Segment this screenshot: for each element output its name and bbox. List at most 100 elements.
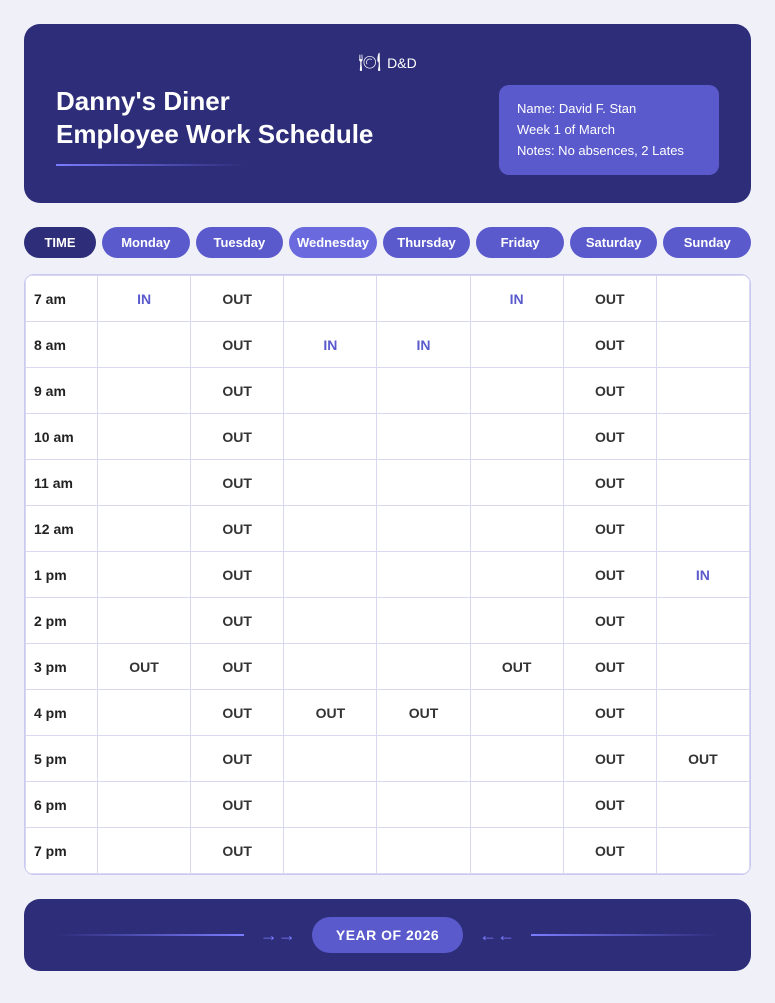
cell-wed-6pm bbox=[284, 782, 377, 828]
cell-mon-7am: IN bbox=[98, 276, 191, 322]
cell-sun-8am bbox=[656, 322, 749, 368]
cell-fri-1pm bbox=[470, 552, 563, 598]
cell-mon-12am bbox=[98, 506, 191, 552]
tuesday-header[interactable]: Tuesday bbox=[196, 227, 284, 258]
cell-wed-7am bbox=[284, 276, 377, 322]
cell-sat-3pm: OUT bbox=[563, 644, 656, 690]
cell-thu-11am bbox=[377, 460, 470, 506]
footer-line-right bbox=[531, 934, 719, 936]
cell-sat-12am: OUT bbox=[563, 506, 656, 552]
cell-sat-6pm: OUT bbox=[563, 782, 656, 828]
cell-fri-8am bbox=[470, 322, 563, 368]
cell-wed-4pm: OUT bbox=[284, 690, 377, 736]
table-row: 3 pmOUTOUTOUTOUT bbox=[26, 644, 750, 690]
cell-tue-8am: OUT bbox=[191, 322, 284, 368]
year-badge: YEAR OF 2026 bbox=[312, 917, 463, 953]
cell-thu-2pm bbox=[377, 598, 470, 644]
cell-tue-10am: OUT bbox=[191, 414, 284, 460]
cell-mon-10am bbox=[98, 414, 191, 460]
cell-fri-10am bbox=[470, 414, 563, 460]
cell-tue-11am: OUT bbox=[191, 460, 284, 506]
monday-header[interactable]: Monday bbox=[102, 227, 190, 258]
cell-mon-1pm bbox=[98, 552, 191, 598]
cell-thu-12am bbox=[377, 506, 470, 552]
cell-mon-11am bbox=[98, 460, 191, 506]
footer-line-left bbox=[56, 934, 244, 936]
cell-sat-9am: OUT bbox=[563, 368, 656, 414]
cell-thu-3pm bbox=[377, 644, 470, 690]
time-cell: 5 pm bbox=[26, 736, 98, 782]
saturday-header[interactable]: Saturday bbox=[570, 227, 658, 258]
cell-wed-9am bbox=[284, 368, 377, 414]
cell-mon-2pm bbox=[98, 598, 191, 644]
cell-fri-6pm bbox=[470, 782, 563, 828]
cell-tue-3pm: OUT bbox=[191, 644, 284, 690]
info-box: Name: David F. Stan Week 1 of March Note… bbox=[499, 85, 719, 175]
table-row: 11 amOUTOUT bbox=[26, 460, 750, 506]
cell-wed-12am bbox=[284, 506, 377, 552]
footer: → YEAR OF 2026 ← bbox=[24, 899, 751, 971]
cell-thu-7pm bbox=[377, 828, 470, 874]
header-titles: Danny's Diner Employee Work Schedule bbox=[56, 85, 373, 166]
table-row: 7 pmOUTOUT bbox=[26, 828, 750, 874]
cell-thu-8am: IN bbox=[377, 322, 470, 368]
cell-sun-7am bbox=[656, 276, 749, 322]
cell-sun-11am bbox=[656, 460, 749, 506]
schedule-table: 7 amINOUTINOUT8 amOUTININOUT9 amOUTOUT10… bbox=[25, 275, 750, 874]
cell-fri-9am bbox=[470, 368, 563, 414]
cell-wed-8am: IN bbox=[284, 322, 377, 368]
cell-thu-4pm: OUT bbox=[377, 690, 470, 736]
schedule-table-wrapper: 7 amINOUTINOUT8 amOUTININOUT9 amOUTOUT10… bbox=[24, 274, 751, 875]
cell-tue-9am: OUT bbox=[191, 368, 284, 414]
cell-thu-6pm bbox=[377, 782, 470, 828]
time-cell: 12 am bbox=[26, 506, 98, 552]
cell-fri-3pm: OUT bbox=[470, 644, 563, 690]
cell-tue-2pm: OUT bbox=[191, 598, 284, 644]
cell-sun-4pm bbox=[656, 690, 749, 736]
cell-mon-4pm bbox=[98, 690, 191, 736]
table-row: 6 pmOUTOUT bbox=[26, 782, 750, 828]
table-row: 1 pmOUTOUTIN bbox=[26, 552, 750, 598]
cell-sat-10am: OUT bbox=[563, 414, 656, 460]
cell-wed-3pm bbox=[284, 644, 377, 690]
cell-sat-7am: OUT bbox=[563, 276, 656, 322]
cell-sat-2pm: OUT bbox=[563, 598, 656, 644]
title-line1: Danny's Diner bbox=[56, 85, 373, 118]
thursday-header[interactable]: Thursday bbox=[383, 227, 471, 258]
cell-tue-7pm: OUT bbox=[191, 828, 284, 874]
header: 🍽 D&D Danny's Diner Employee Work Schedu… bbox=[24, 24, 751, 203]
cell-thu-10am bbox=[377, 414, 470, 460]
cell-thu-9am bbox=[377, 368, 470, 414]
cell-mon-8am bbox=[98, 322, 191, 368]
cell-tue-7am: OUT bbox=[191, 276, 284, 322]
cell-thu-7am bbox=[377, 276, 470, 322]
cell-sun-7pm bbox=[656, 828, 749, 874]
cell-wed-10am bbox=[284, 414, 377, 460]
cell-tue-12am: OUT bbox=[191, 506, 284, 552]
cell-wed-2pm bbox=[284, 598, 377, 644]
table-row: 5 pmOUTOUTOUT bbox=[26, 736, 750, 782]
cell-mon-5pm bbox=[98, 736, 191, 782]
friday-header[interactable]: Friday bbox=[476, 227, 564, 258]
wednesday-header[interactable]: Wednesday bbox=[289, 227, 377, 258]
header-divider bbox=[56, 164, 246, 166]
cell-thu-5pm bbox=[377, 736, 470, 782]
cell-sun-12am bbox=[656, 506, 749, 552]
table-row: 4 pmOUTOUTOUTOUT bbox=[26, 690, 750, 736]
table-row: 8 amOUTININOUT bbox=[26, 322, 750, 368]
cell-wed-7pm bbox=[284, 828, 377, 874]
logo-area: 🍽 D&D bbox=[56, 52, 719, 73]
cell-mon-7pm bbox=[98, 828, 191, 874]
cell-fri-4pm bbox=[470, 690, 563, 736]
time-cell: 8 am bbox=[26, 322, 98, 368]
table-row: 7 amINOUTINOUT bbox=[26, 276, 750, 322]
arrow-left-icon: ← bbox=[479, 925, 515, 946]
cell-sun-2pm bbox=[656, 598, 749, 644]
cell-tue-6pm: OUT bbox=[191, 782, 284, 828]
sunday-header[interactable]: Sunday bbox=[663, 227, 751, 258]
cell-sun-3pm bbox=[656, 644, 749, 690]
cell-wed-11am bbox=[284, 460, 377, 506]
table-row: 9 amOUTOUT bbox=[26, 368, 750, 414]
time-cell: 4 pm bbox=[26, 690, 98, 736]
header-body: Danny's Diner Employee Work Schedule Nam… bbox=[56, 85, 719, 175]
